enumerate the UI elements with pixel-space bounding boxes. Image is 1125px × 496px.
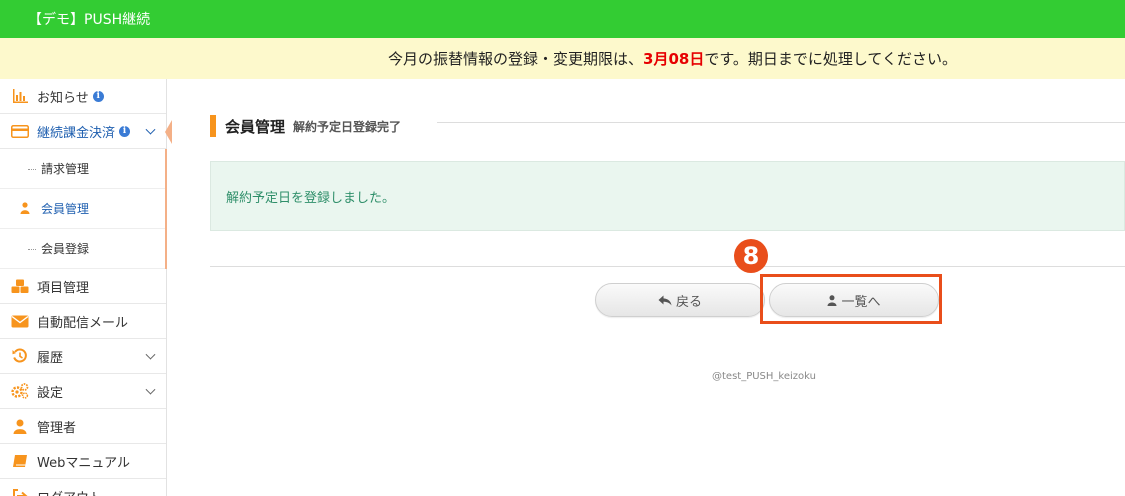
alert-message: 解約予定日を登録しました。: [226, 190, 396, 206]
success-alert: 解約予定日を登録しました。: [210, 161, 1125, 231]
sidebar-item-manual[interactable]: Webマニュアル: [0, 444, 166, 479]
sidebar-subitem-register[interactable]: 会員登録: [0, 229, 165, 269]
sidebar-subitem-invoice[interactable]: 請求管理: [0, 149, 165, 189]
page-title: 会員管理: [225, 117, 286, 136]
history-icon: [10, 348, 30, 364]
sidebar-item-settings[interactable]: 設定: [0, 374, 166, 409]
envelope-icon: [10, 313, 30, 329]
sidebar-item-logout[interactable]: ログアウト: [0, 479, 166, 496]
user-icon: [10, 418, 30, 434]
sidebar-item-label: 履歴: [37, 350, 64, 366]
chevron-down-icon: [145, 124, 156, 135]
user-icon: [20, 202, 30, 214]
app-header: 【デモ】PUSH継続: [0, 0, 1125, 38]
highlight-box: [760, 274, 942, 324]
sidebar-item-label: 項目管理: [37, 280, 90, 296]
sidebar-subitem-label: 請求管理: [41, 162, 90, 176]
sidebar-item-fields[interactable]: 項目管理: [0, 269, 166, 304]
back-button[interactable]: 戻る: [595, 283, 765, 317]
chevron-down-icon: [145, 384, 156, 395]
sidebar-item-label: 管理者: [37, 420, 77, 436]
sidebar-item-admin[interactable]: 管理者: [0, 409, 166, 444]
logout-icon: [10, 488, 30, 496]
gears-icon: [10, 383, 30, 399]
step-badge: 8: [734, 239, 768, 273]
app-title: 【デモ】PUSH継続: [28, 12, 151, 28]
card-icon: [10, 123, 30, 139]
sidebar-subitem-label: 会員登録: [41, 242, 90, 256]
book-icon: [10, 453, 30, 469]
heading-rule: [437, 122, 1125, 123]
billing-submenu: 請求管理 会員管理 会員登録: [0, 149, 167, 269]
heading-accent-bar: [210, 115, 216, 137]
sidebar-item-label: Webマニュアル: [37, 455, 130, 471]
back-button-label: 戻る: [675, 294, 702, 310]
footer-account: @test_PUSH_keizoku: [712, 371, 816, 382]
sidebar-item-history[interactable]: 履歴: [0, 339, 166, 374]
notice-deadline: 3月08日: [643, 50, 705, 68]
sidebar-subitem-label: 会員管理: [41, 202, 90, 216]
reply-icon: [658, 295, 672, 306]
deadline-notice: 今月の振替情報の登録・変更期限は、 3月08日 です。期日までに処理してください。: [0, 38, 1125, 79]
info-icon: i: [119, 125, 131, 137]
tree-line: [28, 248, 36, 250]
chart-icon: [10, 88, 30, 104]
notice-prefix: 今月の振替情報の登録・変更期限は、: [388, 50, 644, 68]
page-subtitle: 解約予定日登録完了: [293, 119, 402, 134]
info-icon: i: [92, 90, 104, 102]
notice-suffix: です。期日までに処理してください。: [704, 50, 957, 68]
sidebar-item-news[interactable]: お知らせ i: [0, 79, 166, 114]
sidebar-item-label: 継続課金決済: [37, 125, 116, 141]
sidebar-item-label: ログアウト: [37, 487, 102, 496]
sidebar-item-label: 設定: [37, 385, 64, 401]
sidebar-item-billing[interactable]: 継続課金決済 i: [0, 114, 172, 149]
sidebar-subitem-members[interactable]: 会員管理: [0, 189, 165, 229]
sidebar-item-label: 自動配信メール: [37, 315, 129, 331]
divider: [210, 266, 1125, 267]
page-heading: 会員管理 解約予定日登録完了: [210, 115, 401, 137]
main-content: 会員管理 解約予定日登録完了 解約予定日を登録しました。 8 戻る 一覧へ @t…: [167, 79, 1125, 496]
chevron-down-icon: [145, 349, 156, 360]
sidebar-item-label: お知らせ: [37, 90, 89, 106]
cubes-icon: [10, 278, 30, 294]
tree-line: [28, 168, 36, 170]
sidebar: お知らせ i 継続課金決済 i 請求管理 会員管理 会員登録 項目管理 自動配信…: [0, 79, 172, 496]
sidebar-item-auto-mail[interactable]: 自動配信メール: [0, 304, 166, 339]
